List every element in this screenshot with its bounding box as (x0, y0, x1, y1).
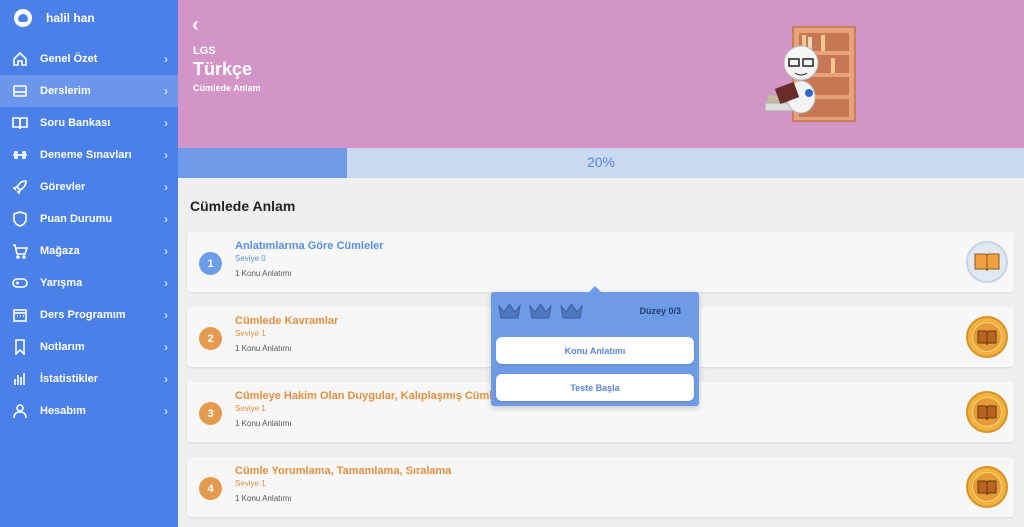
sidebar-item-deneme-sinavlari[interactable]: Deneme Sınavları › (0, 139, 178, 171)
sidebar-item-genel-ozet[interactable]: Genel Özet › (0, 43, 178, 75)
sidebar-item-label: İstatistikler (40, 373, 99, 385)
sidebar-item-label: Genel Özet (40, 53, 98, 65)
lesson-subtitle: 1 Konu Anlatımı (235, 344, 292, 353)
lesson-subtitle: 1 Konu Anlatımı (235, 494, 292, 503)
sidebar-item-ders-programim[interactable]: Ders Programım › (0, 299, 178, 331)
sidebar-item-label: Mağaza (40, 245, 80, 257)
avatar (14, 8, 32, 27)
crown-rating (497, 302, 584, 320)
lesson-number: 3 (199, 402, 222, 425)
sidebar-item-label: Derslerim (40, 85, 91, 97)
gold-book-badge-icon[interactable] (966, 391, 1008, 433)
sidebar: halil han Genel Özet › Derslerim › Soru … (0, 0, 178, 527)
lesson-level: Seviye 1 (235, 479, 266, 488)
chevron-right-icon: › (164, 244, 168, 258)
lesson-number: 2 (199, 327, 222, 350)
robot-reading-illustration (764, 26, 856, 122)
crown-icon (498, 303, 521, 319)
chevron-right-icon: › (164, 308, 168, 322)
gold-book-badge-icon[interactable] (966, 466, 1008, 508)
sidebar-item-label: Notlarım (40, 341, 85, 353)
chevron-right-icon: › (164, 180, 168, 194)
dumbbell-icon (12, 147, 28, 163)
bookmark-icon (12, 339, 28, 355)
lecture-button[interactable]: Konu Anlatımı (496, 337, 694, 364)
sidebar-item-label: Yarışma (40, 277, 83, 289)
crown-icon (560, 303, 583, 319)
sidebar-item-label: Soru Bankası (40, 117, 111, 129)
sidebar-item-yarisma[interactable]: Yarışma › (0, 267, 178, 299)
sidebar-item-soru-bankasi[interactable]: Soru Bankası › (0, 107, 178, 139)
progress-bar: 20% (178, 148, 1024, 178)
crown-icon (529, 303, 552, 319)
sidebar-nav: Genel Özet › Derslerim › Soru Bankası › … (0, 43, 178, 427)
sidebar-item-istatistikler[interactable]: İstatistikler › (0, 363, 178, 395)
user-icon (12, 403, 28, 419)
lesson-title: Cümle Yorumlama, Tamamlama, Sıralama (235, 465, 452, 477)
lesson-number: 1 (199, 252, 222, 275)
cart-icon (12, 243, 28, 259)
topic-label: Cümlede Anlam (193, 83, 261, 93)
chevron-right-icon: › (164, 84, 168, 98)
sidebar-item-notlarim[interactable]: Notlarım › (0, 331, 178, 363)
lesson-title: Cümleye Hakim Olan Duygular, Kalıplaşmış… (235, 390, 499, 402)
sidebar-item-label: Puan Durumu (40, 213, 113, 225)
chevron-right-icon: › (164, 148, 168, 162)
chevron-right-icon: › (164, 372, 168, 386)
lesson-subtitle: 1 Konu Anlatımı (235, 269, 292, 278)
back-icon[interactable]: ‹ (192, 14, 199, 37)
chevron-right-icon: › (164, 116, 168, 130)
subject-title: Türkçe (193, 59, 253, 79)
calendar-icon (12, 307, 28, 323)
chevron-right-icon: › (164, 340, 168, 354)
shield-icon (12, 211, 28, 227)
user-profile[interactable]: halil han (0, 0, 178, 35)
lesson-level: Seviye 1 (235, 329, 266, 338)
progress-label: 20% (586, 154, 616, 170)
rocket-icon (12, 179, 28, 195)
start-test-button[interactable]: Teste Başla (496, 374, 694, 401)
sidebar-item-derslerim[interactable]: Derslerim › (0, 75, 178, 107)
bar-chart-icon (12, 371, 28, 387)
gold-book-badge-icon[interactable] (966, 316, 1008, 358)
sidebar-item-magaza[interactable]: Mağaza › (0, 235, 178, 267)
lesson-popup: Düzey 0/3 Konu Anlatımı Teste Başla (491, 286, 699, 406)
section-title: Cümlede Anlam (190, 198, 296, 214)
chevron-right-icon: › (164, 212, 168, 226)
lesson-card-1[interactable]: 1 Anlatımlarına Göre Cümleler Seviye 0 1… (187, 232, 1014, 292)
lesson-title: Anlatımlarına Göre Cümleler (235, 240, 384, 252)
lesson-subtitle: 1 Konu Anlatımı (235, 419, 292, 428)
gamepad-icon (12, 275, 28, 291)
home-icon (12, 51, 28, 67)
drive-icon (12, 83, 28, 99)
sidebar-item-hesabim[interactable]: Hesabım › (0, 395, 178, 427)
subject-header: ‹ LGS Türkçe Cümlede Anlam (178, 0, 1024, 148)
exam-label: LGS (193, 45, 216, 57)
sidebar-item-puan-durumu[interactable]: Puan Durumu › (0, 203, 178, 235)
book-badge-icon[interactable] (966, 241, 1008, 283)
sidebar-item-gorevler[interactable]: Görevler › (0, 171, 178, 203)
user-name: halil han (46, 10, 95, 25)
book-icon (12, 115, 28, 131)
sidebar-item-label: Ders Programım (40, 309, 126, 321)
chevron-right-icon: › (164, 276, 168, 290)
lesson-card-4[interactable]: 4 Cümle Yorumlama, Tamamlama, Sıralama S… (187, 457, 1014, 517)
lesson-title: Cümlede Kavramlar (235, 315, 339, 327)
chevron-right-icon: › (164, 52, 168, 66)
lesson-level: Seviye 1 (235, 404, 266, 413)
lesson-number: 4 (199, 477, 222, 500)
lesson-level: Seviye 0 (235, 254, 266, 263)
sidebar-item-label: Hesabım (40, 405, 86, 417)
chevron-right-icon: › (164, 404, 168, 418)
sidebar-item-label: Görevler (40, 181, 86, 193)
level-label: Düzey 0/3 (639, 306, 681, 316)
sidebar-item-label: Deneme Sınavları (40, 149, 132, 161)
